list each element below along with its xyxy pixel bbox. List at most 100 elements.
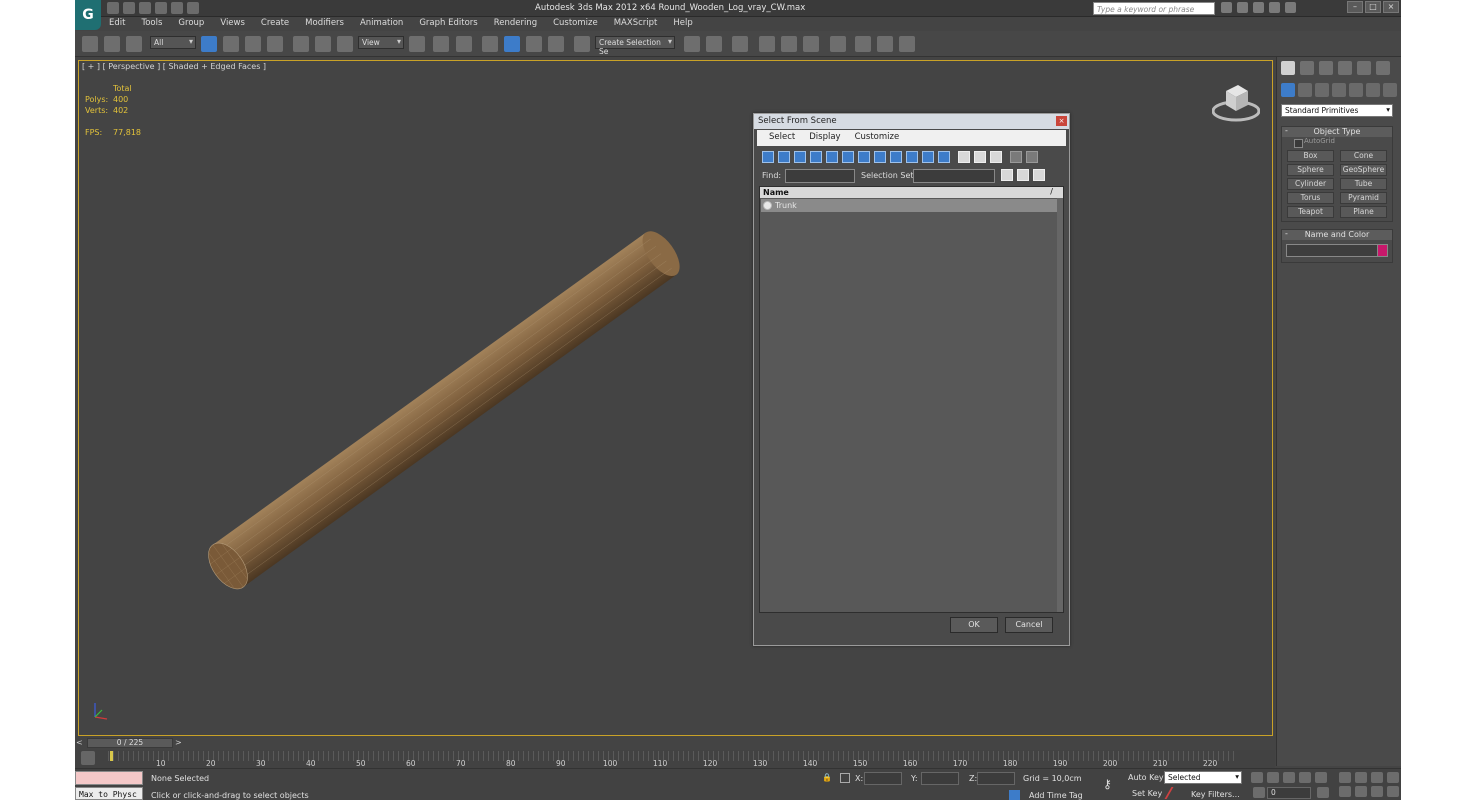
display-cameras-icon[interactable] — [810, 151, 822, 163]
shapes-category-icon[interactable] — [1298, 83, 1312, 97]
list-scrollbar[interactable] — [1057, 198, 1063, 612]
zoom-all-icon[interactable] — [1355, 772, 1367, 783]
display-shapes-icon[interactable] — [778, 151, 790, 163]
current-frame-marker[interactable] — [110, 751, 113, 761]
select-manipulate-icon[interactable] — [433, 36, 449, 52]
time-configuration-icon[interactable] — [1317, 787, 1329, 798]
go-to-start-icon[interactable] — [1251, 772, 1263, 783]
object-name-input[interactable] — [1286, 244, 1378, 257]
time-slider-thumb[interactable]: 0 / 225 — [87, 738, 173, 748]
menu-group[interactable]: Group — [170, 17, 212, 31]
display-xrefs-icon[interactable] — [874, 151, 886, 163]
dialog-menu-customize[interactable]: Customize — [849, 132, 906, 144]
undo-icon[interactable] — [155, 2, 167, 14]
menu-create[interactable]: Create — [253, 17, 297, 31]
display-groups-icon[interactable] — [858, 151, 870, 163]
mirror-icon[interactable] — [684, 36, 700, 52]
geometry-category-icon[interactable] — [1281, 83, 1295, 97]
menu-help[interactable]: Help — [665, 17, 700, 31]
menu-modifiers[interactable]: Modifiers — [297, 17, 352, 31]
dialog-title-bar[interactable]: Select From Scene × — [754, 114, 1069, 129]
filter-options-icon[interactable] — [1026, 151, 1038, 163]
layer-manager-icon[interactable] — [732, 36, 748, 52]
material-editor-icon[interactable] — [830, 36, 846, 52]
display-containers-icon[interactable] — [906, 151, 918, 163]
display-tab-icon[interactable] — [1357, 61, 1371, 75]
edit-named-selection-icon[interactable] — [574, 36, 590, 52]
bind-space-warp-icon[interactable] — [126, 36, 142, 52]
minimize-button[interactable]: – — [1347, 1, 1363, 13]
maxscript-mini-listener[interactable]: Max to Physc — [75, 787, 143, 800]
display-space-warps-icon[interactable] — [842, 151, 854, 163]
modify-tab-icon[interactable] — [1300, 61, 1314, 75]
previous-key-icon[interactable] — [1267, 772, 1279, 783]
create-selection-set-icon[interactable] — [1001, 169, 1013, 181]
space-warps-category-icon[interactable] — [1366, 83, 1380, 97]
reference-coordinate-dropdown[interactable]: View — [358, 36, 404, 49]
pan-icon[interactable] — [1355, 786, 1367, 797]
select-none-icon[interactable] — [974, 151, 986, 163]
select-all-icon[interactable] — [958, 151, 970, 163]
perspective-viewport[interactable]: [ + ] [ Perspective ] [ Shaded + Edged F… — [78, 60, 1273, 736]
display-bones-icon[interactable] — [890, 151, 902, 163]
filter-icon[interactable] — [1010, 151, 1022, 163]
select-object-icon[interactable] — [201, 36, 217, 52]
geosphere-button[interactable]: GeoSphere — [1340, 164, 1387, 176]
redo-icon[interactable] — [171, 2, 183, 14]
previous-frame-icon[interactable]: < — [76, 738, 86, 749]
hierarchy-tab-icon[interactable] — [1319, 61, 1333, 75]
z-coordinate-input[interactable] — [977, 772, 1015, 785]
rendered-frame-window-icon[interactable] — [877, 36, 893, 52]
named-selection-set-dropdown[interactable]: Create Selection Se — [595, 36, 675, 56]
dialog-menu-display[interactable]: Display — [803, 132, 846, 144]
viewcube-icon[interactable] — [1212, 79, 1260, 123]
cylinder-button[interactable]: Cylinder — [1287, 178, 1334, 190]
object-color-swatch[interactable] — [1377, 244, 1388, 257]
go-to-end-icon[interactable] — [1315, 772, 1327, 783]
percent-snap-icon[interactable] — [526, 36, 542, 52]
dialog-close-button[interactable]: × — [1056, 116, 1067, 126]
snaps-toggle-icon[interactable] — [482, 36, 498, 52]
key-icon[interactable] — [1237, 2, 1248, 13]
schematic-view-icon[interactable] — [803, 36, 819, 52]
menu-tools[interactable]: Tools — [133, 17, 170, 31]
help-search-input[interactable]: Type a keyword or phrase — [1093, 2, 1215, 15]
display-lights-icon[interactable] — [794, 151, 806, 163]
scale-icon[interactable] — [337, 36, 353, 52]
spinner-snap-icon[interactable] — [548, 36, 564, 52]
lights-category-icon[interactable] — [1315, 83, 1329, 97]
teapot-button[interactable]: Teapot — [1287, 206, 1334, 218]
box-button[interactable]: Box — [1287, 150, 1334, 162]
wooden-log-model[interactable] — [79, 61, 1274, 737]
current-frame-input[interactable]: 0 — [1267, 787, 1311, 799]
scene-object-list[interactable]: Name / Trunk — [759, 186, 1064, 613]
key-selection-dropdown[interactable]: Selected — [1164, 771, 1242, 784]
helpers-category-icon[interactable] — [1349, 83, 1363, 97]
ribbon-toggle-icon[interactable] — [759, 36, 775, 52]
display-helpers-icon[interactable] — [826, 151, 838, 163]
menu-customize[interactable]: Customize — [545, 17, 606, 31]
sphere-button[interactable]: Sphere — [1287, 164, 1334, 176]
help-icon[interactable] — [1285, 2, 1296, 13]
curve-editor-icon[interactable] — [781, 36, 797, 52]
y-coordinate-input[interactable] — [921, 772, 959, 785]
lock-selection-icon[interactable]: 🔒 — [822, 773, 832, 782]
rectangular-selection-icon[interactable] — [245, 36, 261, 52]
curve-editor-mini-icon[interactable] — [81, 751, 95, 765]
pyramid-button[interactable]: Pyramid — [1340, 192, 1387, 204]
key-mode-toggle-icon[interactable] — [1253, 787, 1265, 798]
star-icon[interactable] — [1269, 2, 1280, 13]
zoom-extents-all-icon[interactable] — [1387, 772, 1399, 783]
default-in-out-tangent-icon[interactable] — [1164, 787, 1184, 799]
maximize-viewport-icon[interactable] — [1387, 786, 1399, 797]
keyboard-shortcut-icon[interactable] — [456, 36, 472, 52]
name-and-color-header[interactable]: Name and Color — [1282, 229, 1392, 240]
next-key-icon[interactable] — [1299, 772, 1311, 783]
ok-button[interactable]: OK — [950, 617, 998, 633]
x-coordinate-input[interactable] — [864, 772, 902, 785]
close-button[interactable]: × — [1383, 1, 1399, 13]
create-tab-icon[interactable] — [1281, 61, 1295, 75]
cone-button[interactable]: Cone — [1340, 150, 1387, 162]
unlink-icon[interactable] — [104, 36, 120, 52]
cameras-category-icon[interactable] — [1332, 83, 1346, 97]
